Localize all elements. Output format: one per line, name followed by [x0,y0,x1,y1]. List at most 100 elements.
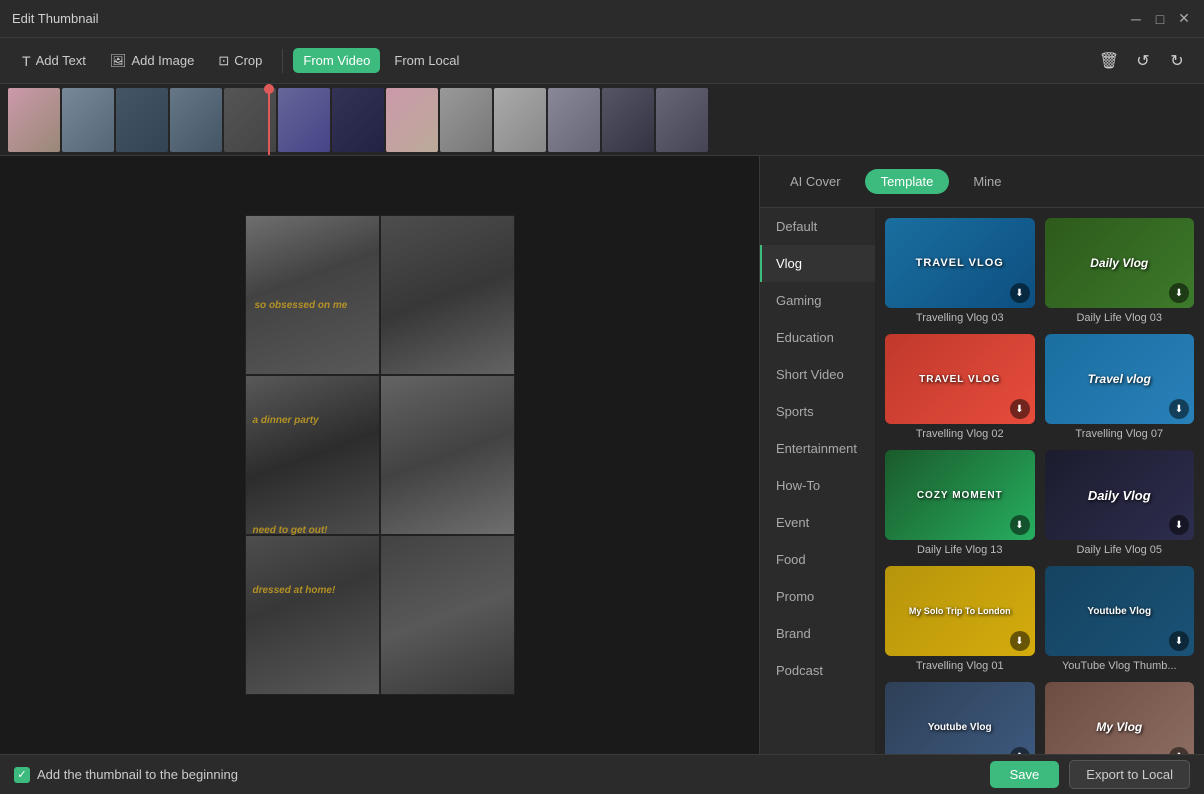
template-label-7: Travelling Vlog 01 [885,660,1035,672]
timeline-thumb-13 [656,88,708,152]
crop-button[interactable]: ⊡ Crop [208,48,272,74]
timeline-thumb-4 [170,88,222,152]
template-grid: TRAVEL VLOG ⬇ Travelling Vlog 03 Daily V… [875,208,1204,754]
canvas-cell-4 [380,375,515,535]
template-label-2: Daily Life Vlog 03 [1045,312,1195,324]
minimize-button[interactable]: ─ [1128,11,1144,27]
template-item-travelling-vlog-01[interactable]: My Solo Trip To London ⬇ Travelling Vlog… [885,566,1035,672]
category-item-default[interactable]: Default [760,208,875,245]
category-item-gaming[interactable]: Gaming [760,282,875,319]
download-icon-4[interactable]: ⬇ [1169,399,1189,419]
canvas-grid [245,215,515,695]
download-icon-2[interactable]: ⬇ [1169,283,1189,303]
template-item-daily-life-vlog-13[interactable]: COZY MOMENT ⬇ Daily Life Vlog 13 [885,450,1035,556]
download-icon-7[interactable]: ⬇ [1010,631,1030,651]
download-icon-3[interactable]: ⬇ [1010,399,1030,419]
panel-body: Default Vlog Gaming Education Short Vide… [760,208,1204,754]
from-local-button[interactable]: From Local [384,48,469,73]
from-video-button[interactable]: From Video [293,48,380,73]
template-item-youtube-vlog-thumb-3[interactable]: My Vlog ⬇ YouTube Vlog Thumb... [1045,682,1195,754]
template-label-3: Travelling Vlog 02 [885,428,1035,440]
category-item-education[interactable]: Education [760,319,875,356]
export-button[interactable]: Export to Local [1069,760,1190,789]
tab-mine[interactable]: Mine [957,169,1017,194]
timeline-thumb-9 [440,88,492,152]
right-panel: AI Cover Template Mine Default Vlog Gami… [759,156,1204,754]
add-text-button[interactable]: T Add Text [12,48,96,74]
category-item-event[interactable]: Event [760,504,875,541]
redo-icon: ↻ [1170,51,1183,71]
template-label-4: Travelling Vlog 07 [1045,428,1195,440]
thumbnail-checkbox[interactable]: ✓ [14,767,30,783]
tab-template[interactable]: Template [865,169,950,194]
template-item-daily-life-vlog-03[interactable]: Daily Vlog ⬇ Daily Life Vlog 03 [1045,218,1195,324]
canvas-cell-6 [380,535,515,695]
template-item-travelling-vlog-07[interactable]: Travel vlog ⬇ Travelling Vlog 07 [1045,334,1195,440]
category-item-promo[interactable]: Promo [760,578,875,615]
template-label-5: Daily Life Vlog 13 [885,544,1035,556]
title-bar-controls: ─ □ ✕ [1128,11,1192,27]
template-thumb-youtube-vlog-2: Youtube Vlog ⬇ [885,682,1035,754]
timeline-thumb-10 [494,88,546,152]
panel-tabs: AI Cover Template Mine [760,156,1204,208]
category-item-vlog[interactable]: Vlog [760,245,875,282]
canvas-cell-3 [245,375,380,535]
title-bar: Edit Thumbnail ─ □ ✕ [0,0,1204,38]
template-label-1: Travelling Vlog 03 [885,312,1035,324]
thumbnail-checkbox-wrap[interactable]: ✓ Add the thumbnail to the beginning [14,767,238,783]
category-item-sports[interactable]: Sports [760,393,875,430]
template-item-youtube-vlog-thumb-2[interactable]: Youtube Vlog ⬇ YouTube Vlog Thumb... [885,682,1035,754]
undo-icon: ↺ [1136,51,1149,71]
template-item-youtube-vlog-thumb-1[interactable]: Youtube Vlog ⬇ YouTube Vlog Thumb... [1045,566,1195,672]
redo-button[interactable]: ↻ [1162,46,1192,76]
close-button[interactable]: ✕ [1176,11,1192,27]
template-thumb-daily-life-vlog-03: Daily Vlog ⬇ [1045,218,1195,308]
toolbar-separator [282,49,283,73]
tab-ai-cover[interactable]: AI Cover [774,169,857,194]
canvas-cell-1 [245,215,380,375]
template-label-6: Daily Life Vlog 05 [1045,544,1195,556]
template-thumb-youtube-vlog-3: My Vlog ⬇ [1045,682,1195,754]
main-area: so obsessed on me a dinner party need to… [0,156,1204,754]
template-thumb-daily-life-vlog-05: Daily Vlog ⬇ [1045,450,1195,540]
timeline-strip[interactable] [0,84,1204,156]
template-thumb-daily-life-vlog-13: COZY MOMENT ⬇ [885,450,1035,540]
category-item-how-to[interactable]: How-To [760,467,875,504]
category-list: Default Vlog Gaming Education Short Vide… [760,208,875,754]
delete-icon: 🗑 [1099,51,1119,71]
save-button[interactable]: Save [990,761,1060,788]
window-title: Edit Thumbnail [12,11,98,26]
timeline-thumb-11 [548,88,600,152]
title-bar-left: Edit Thumbnail [12,11,98,26]
template-item-daily-life-vlog-05[interactable]: Daily Vlog ⬇ Daily Life Vlog 05 [1045,450,1195,556]
template-item-travelling-vlog-03[interactable]: TRAVEL VLOG ⬇ Travelling Vlog 03 [885,218,1035,324]
add-text-icon: T [22,53,31,69]
download-icon-6[interactable]: ⬇ [1169,515,1189,535]
playhead-marker [268,84,270,155]
canvas-cell-2 [380,215,515,375]
download-icon-1[interactable]: ⬇ [1010,283,1030,303]
undo-button[interactable]: ↺ [1128,46,1158,76]
timeline-thumb-7 [332,88,384,152]
category-item-short-video[interactable]: Short Video [760,356,875,393]
category-item-podcast[interactable]: Podcast [760,652,875,689]
delete-button[interactable]: 🗑 [1094,46,1124,76]
canvas-content: so obsessed on me a dinner party need to… [245,215,515,695]
timeline-thumb-8 [386,88,438,152]
canvas-area[interactable]: so obsessed on me a dinner party need to… [0,156,759,754]
download-icon-5[interactable]: ⬇ [1010,515,1030,535]
template-item-travelling-vlog-02[interactable]: TRAVEL VLOG ⬇ Travelling Vlog 02 [885,334,1035,440]
timeline-thumb-6 [278,88,330,152]
download-icon-8[interactable]: ⬇ [1169,631,1189,651]
category-item-entertainment[interactable]: Entertainment [760,430,875,467]
toolbar: T Add Text 🖼 Add Image ⊡ Crop From Video… [0,38,1204,84]
template-thumb-youtube-vlog-1: Youtube Vlog ⬇ [1045,566,1195,656]
add-image-button[interactable]: 🖼 Add Image [100,48,204,74]
bottom-bar: ✓ Add the thumbnail to the beginning Sav… [0,754,1204,794]
template-label-8: YouTube Vlog Thumb... [1045,660,1195,672]
timeline-thumb-3 [116,88,168,152]
category-item-food[interactable]: Food [760,541,875,578]
canvas-cell-5 [245,535,380,695]
category-item-brand[interactable]: Brand [760,615,875,652]
maximize-button[interactable]: □ [1152,11,1168,27]
